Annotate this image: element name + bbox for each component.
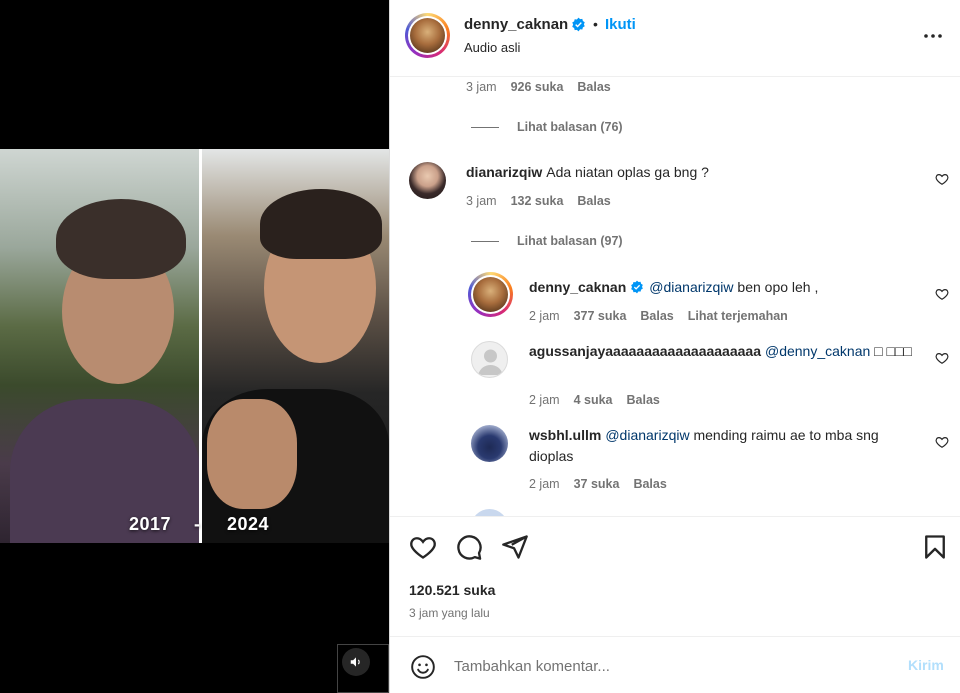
verified-icon [631,280,644,294]
audio-link[interactable]: Audio asli [464,40,520,55]
speaker-icon [350,657,360,667]
post-actions: 120.521 suka 3 jam yang lalu [390,516,960,635]
emoji-icon[interactable] [410,654,436,680]
heart-icon[interactable] [935,351,949,365]
reply-username[interactable]: denny_caknan [529,279,626,295]
photo-2017 [0,149,199,543]
reply-username[interactable]: agussanjayaaaaaaaaaaaaaaaaaaaa [529,343,761,359]
reply-text: agussanjayaaaaaaaaaaaaaaaaaaaa @denny_cak… [529,343,912,359]
post-time: 3 jam yang lalu [409,606,490,620]
comment-meta: 2 jam 4 suka Balas [529,393,660,407]
reply-text: denny_caknan @dianarizqiw ben opo leh , [529,279,819,295]
avatar[interactable] [471,341,508,378]
reply-text: wsbhl.ullm @dianarizqiw mending raimu ae … [529,427,879,464]
comment-meta: 3 jam 926 suka Balas [466,80,611,94]
reply-button[interactable]: Balas [577,194,610,208]
comment-input[interactable] [454,655,884,677]
avatar[interactable] [471,509,508,516]
mention-link[interactable]: @dianarizqiw [649,279,733,295]
year-separator: - [194,514,201,534]
avatar[interactable] [468,272,513,317]
post-media[interactable]: 2017 - 2024 [0,0,389,693]
likes-count[interactable]: 120.521 suka [409,582,495,598]
heart-icon[interactable] [409,533,437,561]
share-icon[interactable] [501,533,529,561]
post-panel: denny_caknan • Ikuti Audio asli 3 jam 926… [389,0,960,693]
verified-icon [572,17,585,32]
comment-meta: 3 jam 132 suka Balas [466,194,611,208]
mention-link[interactable]: @denny_caknan [765,343,870,359]
view-replies-button[interactable]: Lihat balasan (76) [471,120,623,134]
year-label-left: 2017 [129,514,172,534]
comment-text: dianarizqiw Ada niatan oplas ga bng ? [466,164,709,180]
comment-meta: 2 jam 37 suka Balas [529,477,667,491]
mute-button[interactable] [342,648,370,676]
reply-button[interactable]: Balas [627,393,660,407]
avatar[interactable] [471,425,508,462]
comment-composer: Kirim [390,636,960,693]
follow-button[interactable]: Ikuti [605,16,636,33]
heart-icon[interactable] [935,172,949,186]
comments-list[interactable]: 3 jam 926 suka Balas Lihat balasan (76) di… [390,78,960,516]
heart-icon[interactable] [935,287,949,301]
mention-link[interactable]: @dianarizqiw [605,427,689,443]
translate-button[interactable]: Lihat terjemahan [688,309,788,323]
more-icon[interactable] [921,24,945,48]
default-avatar-icon [478,349,503,375]
year-label-right: 2024 [227,514,270,534]
comment-username[interactable]: dianarizqiw [466,164,542,180]
view-replies-button[interactable]: Lihat balasan (97) [471,234,623,248]
avatar[interactable] [409,162,446,199]
author-username[interactable]: denny_caknan [464,16,568,33]
reply-button[interactable]: Balas [633,477,666,491]
photo-2024 [202,149,389,543]
author-avatar[interactable] [405,13,450,58]
post-header: denny_caknan • Ikuti Audio asli [390,0,960,77]
reply-button[interactable]: Balas [577,80,610,94]
send-button[interactable]: Kirim [908,657,944,673]
reply-username[interactable]: wsbhl.ullm [529,427,601,443]
reply-button[interactable]: Balas [640,309,673,323]
heart-icon[interactable] [935,435,949,449]
bookmark-icon[interactable] [921,533,949,561]
comment-meta: 2 jam 377 suka Balas Lihat terjemahan [529,309,788,323]
header-bullet: • [593,16,598,32]
comment-icon[interactable] [455,533,483,561]
